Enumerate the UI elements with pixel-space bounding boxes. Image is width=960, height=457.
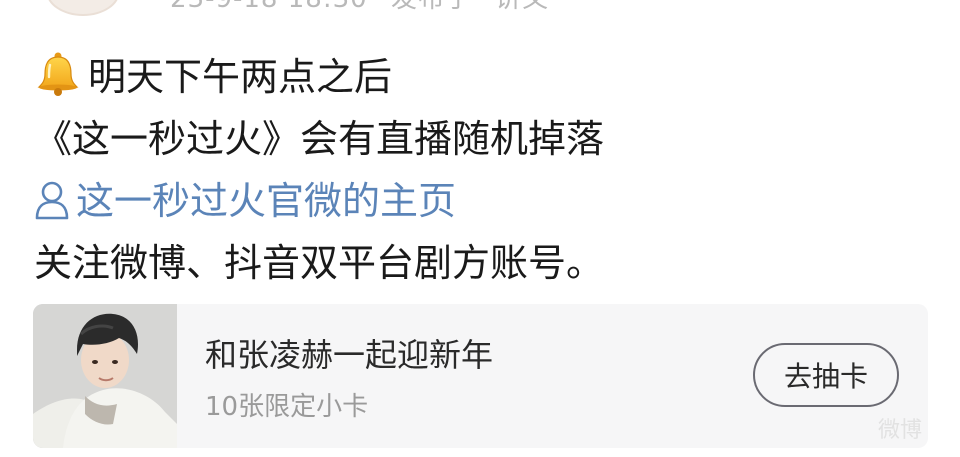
profile-link[interactable]: 这一秒过火官微的主页 [34, 170, 934, 232]
post-action: 发布于 [391, 0, 472, 14]
post-date: 23-9-18 18:30 [170, 0, 368, 14]
post-header: 23-9-18 18:30 发布于 讲义 [0, 0, 960, 20]
card-title: 和张凌赫一起迎新年 [205, 336, 494, 374]
watermark: 微博 [877, 418, 922, 443]
post-line-2: 《这一秒过火》会有直播随机掉落 [34, 117, 605, 161]
profile-link-text[interactable]: 这一秒过火官微的主页 [76, 179, 456, 223]
post-body: 明天下午两点之后 《这一秒过火》会有直播随机掉落 这一秒过火官微的主页 关注微博… [34, 46, 934, 294]
post-line-4: 关注微博、抖音双平台剧方账号。 [34, 241, 605, 285]
user-icon [35, 181, 69, 220]
bell-icon [37, 52, 79, 96]
portrait-image [33, 304, 177, 448]
draw-card-button[interactable]: 去抽卡 [753, 343, 899, 407]
post-line-1-text: 明天下午两点之后 [88, 55, 393, 99]
avatar[interactable] [46, 0, 120, 16]
post-status: 讲义 [495, 0, 549, 14]
promo-card[interactable]: 和张凌赫一起迎新年 10张限定小卡 去抽卡 微博 [33, 304, 928, 448]
post-meta: 23-9-18 18:30 发布于 讲义 [170, 0, 563, 15]
card-thumbnail[interactable] [33, 304, 177, 448]
card-subtitle: 10张限定小卡 [205, 392, 369, 422]
post-line-1: 明天下午两点之后 [34, 46, 934, 108]
